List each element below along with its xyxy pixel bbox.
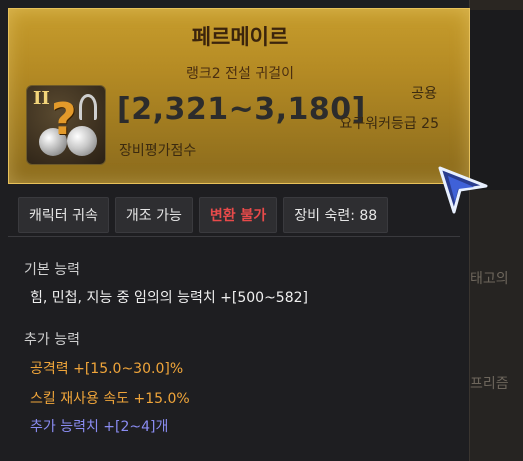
- equipment-score-label: 장비평가점수: [119, 143, 197, 159]
- basic-stats-title: 기본 능력: [24, 262, 80, 278]
- extra-stat-line: 스킬 재사용 속도 +15.0%: [30, 391, 190, 407]
- extra-stat-line: 추가 능력치 +[2~4]개: [30, 419, 169, 435]
- extra-stats-title: 추가 능력: [24, 332, 80, 348]
- tag-modifiable: 개조 가능: [114, 197, 193, 233]
- earring-hook-icon: [79, 94, 97, 120]
- item-tooltip: 페르메이르 랭크2 전설 귀걸이 II ? [2,321~3,180] 장비평가…: [0, 0, 470, 461]
- item-tags: 캐릭터 귀속 개조 가능 변환 불가 장비 숙련: 88: [18, 197, 389, 233]
- usage-type: 공용: [411, 86, 437, 102]
- extra-stat-line: 공격력 +[15.0~30.0]%: [30, 361, 184, 377]
- background-item-label: 프리즘: [470, 376, 509, 392]
- item-rank: 랭크2 전설 귀걸이: [186, 66, 294, 82]
- tag-not-convertible: 변환 불가: [198, 197, 278, 233]
- divider: [8, 236, 460, 237]
- tooltip-header: 페르메이르 랭크2 전설 귀걸이 II ? [2,321~3,180] 장비평가…: [8, 8, 470, 184]
- background-item-label: 태고의: [470, 271, 509, 287]
- item-icon: II ?: [26, 85, 106, 165]
- requirement-level: 요구워커등급 25: [339, 116, 439, 132]
- basic-stat-line: 힘, 민첩, 지능 중 임의의 능력치 +[500~582]: [30, 290, 308, 306]
- tag-proficiency: 장비 숙련: 88: [283, 197, 389, 233]
- equipment-score: [2,321~3,180]: [117, 92, 366, 127]
- icon-rank-label: II: [33, 88, 50, 109]
- tag-bound: 캐릭터 귀속: [18, 197, 109, 233]
- item-name: 페르메이르: [191, 25, 289, 49]
- question-mark-icon: ?: [51, 94, 77, 145]
- cursor-arrow-icon: [438, 166, 488, 214]
